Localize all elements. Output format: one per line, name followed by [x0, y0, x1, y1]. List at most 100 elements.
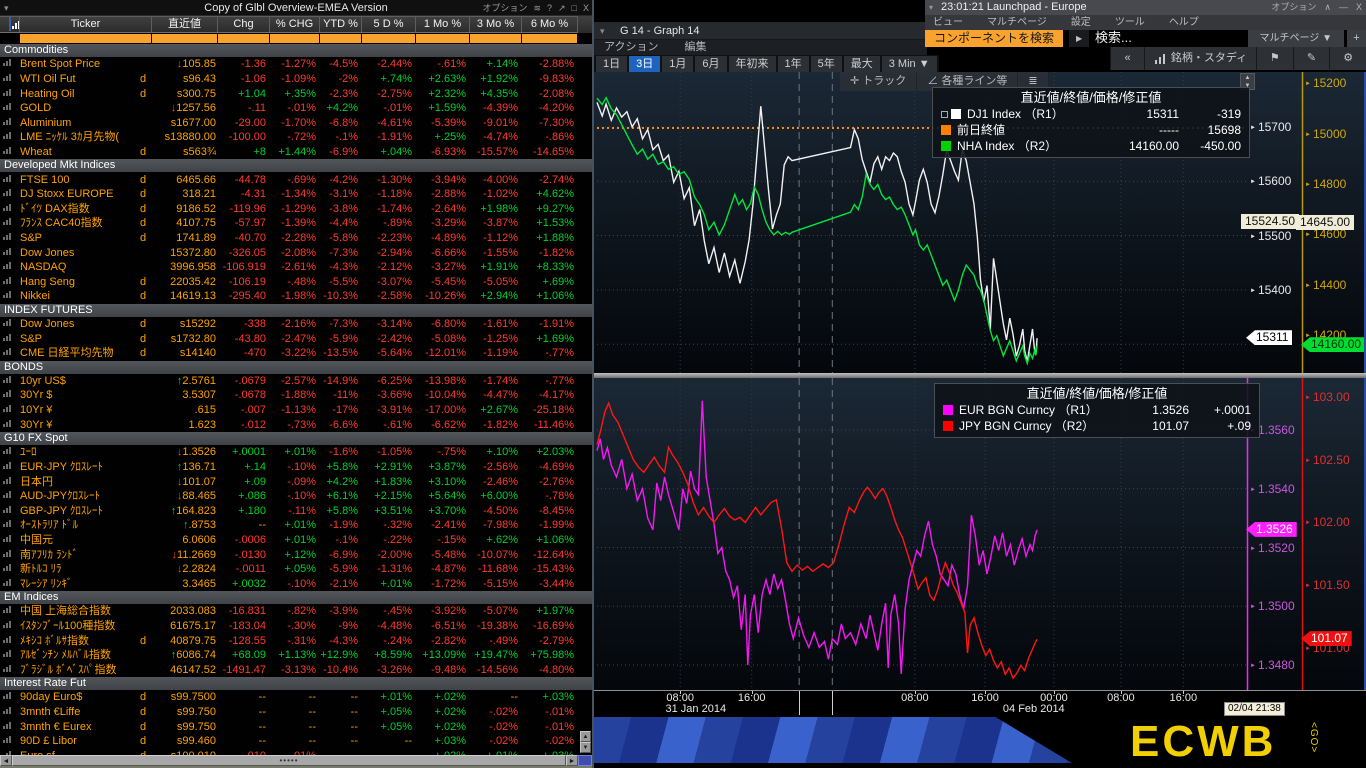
scroll-up-icon[interactable]: ▲: [580, 731, 591, 742]
column-header-5[interactable]: 5 D %: [362, 16, 416, 33]
table-row[interactable]: 中国 上海総合指数2033.083-16.831-.82%-3.9%-.45%-…: [0, 604, 592, 619]
table-row[interactable]: ﾒｷｼｺ ﾎﾞﾙｻ指数d40879.75-128.55-.31%-4.3%-.2…: [0, 633, 592, 648]
table-row[interactable]: Dow Jones15372.80-326.05-2.08%-7.3%-2.94…: [0, 245, 592, 260]
column-header-6[interactable]: 1 Mo %: [416, 16, 470, 33]
filter-cell[interactable]: [362, 34, 415, 43]
column-header-7[interactable]: 3 Mo %: [470, 16, 522, 33]
index-chart[interactable]: ✛ トラック∠ 各種ライン等≣ 直近値/終値/価格/修正値 DJ1 Index …: [594, 72, 1366, 373]
table-row[interactable]: Wheatds563¾+8+1.44%-6.9%+.04%-6.93%-15.5…: [0, 145, 592, 160]
legend-item[interactable]: DJ1 Index （R1）15311-319: [941, 106, 1241, 122]
legend-item[interactable]: 前日終値-----15698: [941, 122, 1241, 138]
column-header-4[interactable]: YTD %: [320, 16, 362, 33]
scroll-right-icon[interactable]: ►: [566, 755, 578, 766]
table-row[interactable]: 日本円↓101.07+.09-.09%+4.2%+1.83%+3.10%-2.4…: [0, 474, 592, 489]
tab-最大[interactable]: 最大: [844, 56, 880, 72]
tab-年初来[interactable]: 年初来: [729, 56, 776, 72]
collapse-icon[interactable]: ∧: [1324, 0, 1331, 15]
filter-cell[interactable]: [270, 34, 319, 43]
filter-cell[interactable]: [416, 34, 469, 43]
table-row[interactable]: ﾄﾞｲﾂ DAX指数d9186.52-119.96-1.29%-3.8%-1.7…: [0, 201, 592, 216]
note-edit-icon[interactable]: ✎: [1293, 47, 1330, 70]
filter-cell[interactable]: [152, 34, 217, 43]
window-menu-caret-icon[interactable]: ▾: [600, 22, 605, 40]
table-row[interactable]: 南ｱﾌﾘｶ ﾗﾝﾄﾞ↓11.2669-.0130+.12%-6.9%-2.00%…: [0, 547, 592, 562]
table-row[interactable]: 30Yr ¥1.623-.012-.73%-6.6%-.61%-6.62%-1.…: [0, 417, 592, 432]
tab-1日[interactable]: 1日: [596, 56, 627, 72]
tab-3 Min ▼[interactable]: 3 Min ▼: [882, 56, 937, 72]
table-row[interactable]: S&Pds1732.80-43.80-2.47%-5.9%-2.42%-5.08…: [0, 331, 592, 346]
column-header-1[interactable]: 直近値: [152, 16, 218, 33]
popout-icon[interactable]: ↗: [558, 0, 566, 16]
table-row[interactable]: LME ﾆｯｹﾙ 3ｶ月先物(s13880.00-100.00-.72%-.1%…: [0, 130, 592, 145]
security-study-button[interactable]: 銘柄・スタディ: [1144, 47, 1256, 70]
table-row[interactable]: Heating Oilds300.75+1.04+.35%-2.3%-2.75%…: [0, 86, 592, 101]
add-page-button[interactable]: +: [1347, 30, 1366, 47]
table-filter-row[interactable]: [0, 33, 592, 44]
table-row[interactable]: EUR-JPY ｸﾛｽﾚｰﾄ↑136.71+.14-.10%+5.8%+2.91…: [0, 460, 592, 475]
options-menu[interactable]: オプション: [482, 0, 527, 16]
table-row[interactable]: ﾏﾚｰｼｱ ﾘﾝｷﾞ3.3465+.0032-.10%-2.1%+.01%-1.…: [0, 577, 592, 592]
tab-5年[interactable]: 5年: [811, 56, 842, 72]
legend-item[interactable]: NHA Index （R2）14160.00-450.00: [941, 138, 1241, 154]
filter-cell[interactable]: [320, 34, 361, 43]
table-row[interactable]: ｵｰｽﾄﾗﾘｱ ﾄﾞﾙ↑.8753--+.01%-1.9%-.32%-2.41%…: [0, 518, 592, 533]
table-row[interactable]: WTI Oil Futds96.43-1.06-1.09%-2%+.74%+2.…: [0, 72, 592, 87]
window-menu-caret-icon[interactable]: ▾: [4, 0, 9, 16]
table-row[interactable]: 3mnth € Eurexds99.750------+.05%+.02%-.0…: [0, 719, 592, 734]
monitor-chart-icon[interactable]: [0, 16, 20, 33]
filter-cell[interactable]: [218, 34, 269, 43]
vertical-scrollbar[interactable]: ▲ ▼: [580, 731, 591, 753]
table-row[interactable]: GBP-JPY ｸﾛｽﾚｰﾄ↑164.823+.180-.11%+5.8%+3.…: [0, 503, 592, 518]
scroll-down-icon[interactable]: ▼: [580, 742, 591, 753]
column-header-0[interactable]: Ticker: [20, 16, 152, 33]
menu-item[interactable]: ヘルプ: [1169, 15, 1199, 30]
table-row[interactable]: FTSE 100d6465.66-44.78-.69%-4.2%-1.30%-3…: [0, 172, 592, 187]
table-row[interactable]: 新ﾄﾙｺ ﾘﾗ↓2.2824-.0011+.05%-5.9%-1.31%-4.8…: [0, 562, 592, 577]
menu-item[interactable]: 編集: [684, 40, 706, 55]
table-row[interactable]: ｲｽﾀﾝﾌﾞｰﾙ100種指数61675.17-183.04-.30%-9%-4.…: [0, 619, 592, 634]
monitor-titlebar[interactable]: ▾ Copy of Glbl Overview-EMEA Version オプシ…: [0, 0, 592, 16]
settings-gear-icon[interactable]: ⚙: [1329, 47, 1366, 70]
table-row[interactable]: GOLD↓1257.56-.11-.01%+4.2%-.01%+1.59%-4.…: [0, 101, 592, 116]
table-column-header[interactable]: Ticker直近値Chg% CHGYTD %5 D %1 Mo %3 Mo %6…: [0, 16, 592, 33]
scrollbar-thumb[interactable]: •••••: [12, 755, 566, 766]
graph-titlebar[interactable]: ▾ G 14 - Graph 14: [594, 22, 927, 40]
filter-cell[interactable]: [470, 34, 521, 43]
menu-item[interactable]: マルチページ: [987, 15, 1047, 30]
options-menu[interactable]: オプション: [1271, 0, 1316, 15]
table-row[interactable]: Nikkeid14619.13-295.40-1.98%-10.3%-2.58%…: [0, 289, 592, 304]
multipage-dropdown[interactable]: マルチページ ▼: [1248, 30, 1345, 47]
menu-item[interactable]: ツール: [1115, 15, 1145, 30]
legend-item[interactable]: JPY BGN Curncy （R2）101.07+.09: [943, 418, 1251, 434]
table-row[interactable]: Brent Spot Price↓105.85-1.36-1.27%-4.5%-…: [0, 57, 592, 72]
filter-cell[interactable]: [522, 34, 577, 43]
launchpad-titlebar[interactable]: ▾ 23:01:21 Launchpad - Europe オプション ∧ — …: [925, 0, 1366, 15]
window-menu-caret-icon[interactable]: ▾: [929, 0, 933, 15]
help-icon[interactable]: ?: [547, 0, 552, 16]
menu-item[interactable]: 設定: [1071, 15, 1091, 30]
search-component-button[interactable]: コンポーネントを検索: [925, 30, 1063, 47]
search-input[interactable]: 検索...: [1089, 30, 1132, 47]
menu-item[interactable]: アクション: [604, 40, 658, 55]
table-row[interactable]: 30Yr $3.5307-.0678-1.88%-11%-3.66%-10.04…: [0, 388, 592, 403]
table-row[interactable]: Aluminiums1677.00-29.00-1.70%-6.8%-4.61%…: [0, 115, 592, 130]
minimize-icon[interactable]: —: [1339, 0, 1348, 15]
tab-6月[interactable]: 6月: [695, 56, 726, 72]
maximize-icon[interactable]: □: [572, 0, 577, 16]
annotation-flag-icon[interactable]: ⚑: [1256, 47, 1293, 70]
currency-chart[interactable]: 直近値/終値/価格/修正値 EUR BGN Curncy （R1）1.3526+…: [594, 378, 1366, 690]
table-row[interactable]: ﾌﾗﾝｽ CAC40指数d4107.75-57.97-1.39%-4.4%-.8…: [0, 216, 592, 231]
table-row[interactable]: S&Pd1741.89-40.70-2.28%-5.8%-2.23%-4.89%…: [0, 231, 592, 246]
table-row[interactable]: AUD-JPYｸﾛｽﾚｰﾄ↓88.465+.086-.10%+6.1%+2.15…: [0, 489, 592, 504]
table-row[interactable]: 3mnth €Liffeds99.750------+.05%+.02%-.02…: [0, 705, 592, 720]
column-header-3[interactable]: % CHG: [270, 16, 320, 33]
close-icon[interactable]: X: [1356, 0, 1362, 15]
table-row[interactable]: NASDAQ3996.958-106.919-2.61%-4.3%-2.12%-…: [0, 260, 592, 275]
horizontal-scrollbar[interactable]: ◄ ••••• ►: [0, 755, 578, 766]
tab-3日[interactable]: 3日: [629, 56, 660, 72]
close-icon[interactable]: X: [583, 0, 589, 16]
table-row[interactable]: Hang Sengd22035.42-106.19-.48%-5.5%-3.07…: [0, 275, 592, 290]
chart-tool-トラック[interactable]: ✛ トラック: [840, 72, 917, 91]
table-row[interactable]: ﾌﾞﾗｼﾞﾙ ﾎﾞﾍﾞｽﾊﾟ指数46147.52-1491.47-3.13%-1…: [0, 663, 592, 678]
column-header-8[interactable]: 6 Mo %: [522, 16, 578, 33]
